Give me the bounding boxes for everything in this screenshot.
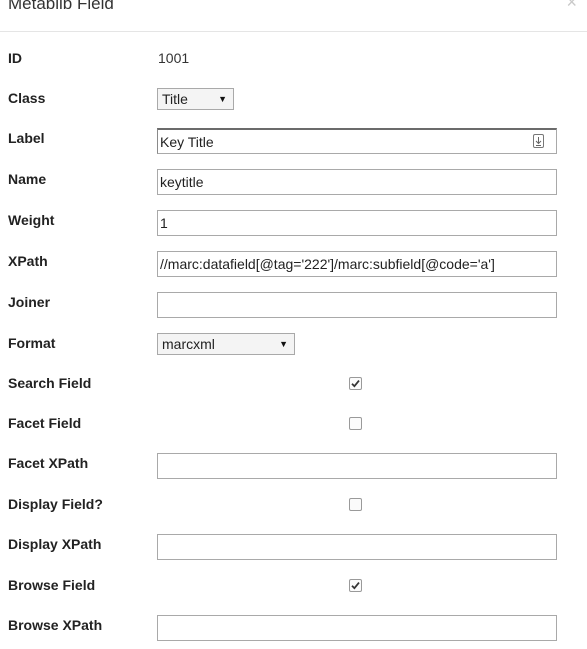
name-input[interactable]	[157, 169, 557, 195]
id-value: 1001	[158, 50, 190, 66]
class-select[interactable]: Title ▼	[157, 88, 234, 110]
browse-xpath-input[interactable]	[157, 615, 557, 641]
format-selected-value: marcxml	[162, 336, 215, 352]
joiner-label: Joiner	[8, 294, 51, 310]
format-select[interactable]: marcxml ▼	[157, 333, 295, 355]
checkmark-icon	[351, 380, 360, 388]
close-icon[interactable]: ×	[566, 0, 577, 12]
search-field-label: Search Field	[8, 375, 92, 391]
label-label: Label	[8, 130, 45, 146]
facet-xpath-input[interactable]	[157, 453, 557, 479]
class-label: Class	[8, 90, 46, 106]
dialog-header: Metablib Field ×	[0, 0, 587, 32]
facet-field-label: Facet Field	[8, 415, 82, 431]
browse-field-checkbox[interactable]	[349, 579, 362, 592]
chevron-down-icon: ▼	[218, 94, 227, 104]
search-field-checkbox[interactable]	[349, 377, 362, 390]
weight-label: Weight	[8, 212, 55, 228]
joiner-input[interactable]	[157, 292, 557, 318]
xpath-label: XPath	[8, 253, 48, 269]
format-label: Format	[8, 335, 56, 351]
facet-xpath-label: Facet XPath	[8, 455, 89, 471]
id-label: ID	[8, 50, 22, 66]
display-field-label: Display Field?	[8, 496, 103, 512]
browse-field-label: Browse Field	[8, 577, 96, 593]
label-input[interactable]	[157, 128, 557, 154]
xpath-input[interactable]	[157, 251, 557, 277]
checkmark-icon	[351, 582, 360, 590]
weight-input[interactable]	[157, 210, 557, 236]
display-xpath-input[interactable]	[157, 534, 557, 560]
name-label: Name	[8, 171, 47, 187]
class-selected-value: Title	[162, 91, 188, 107]
dialog-title: Metablib Field	[8, 0, 114, 13]
chevron-down-icon: ▼	[279, 339, 288, 349]
display-field-checkbox[interactable]	[349, 498, 362, 511]
text-field-icon[interactable]	[531, 133, 545, 149]
browse-xpath-label: Browse XPath	[8, 617, 103, 633]
facet-field-checkbox[interactable]	[349, 417, 362, 430]
display-xpath-label: Display XPath	[8, 536, 102, 552]
